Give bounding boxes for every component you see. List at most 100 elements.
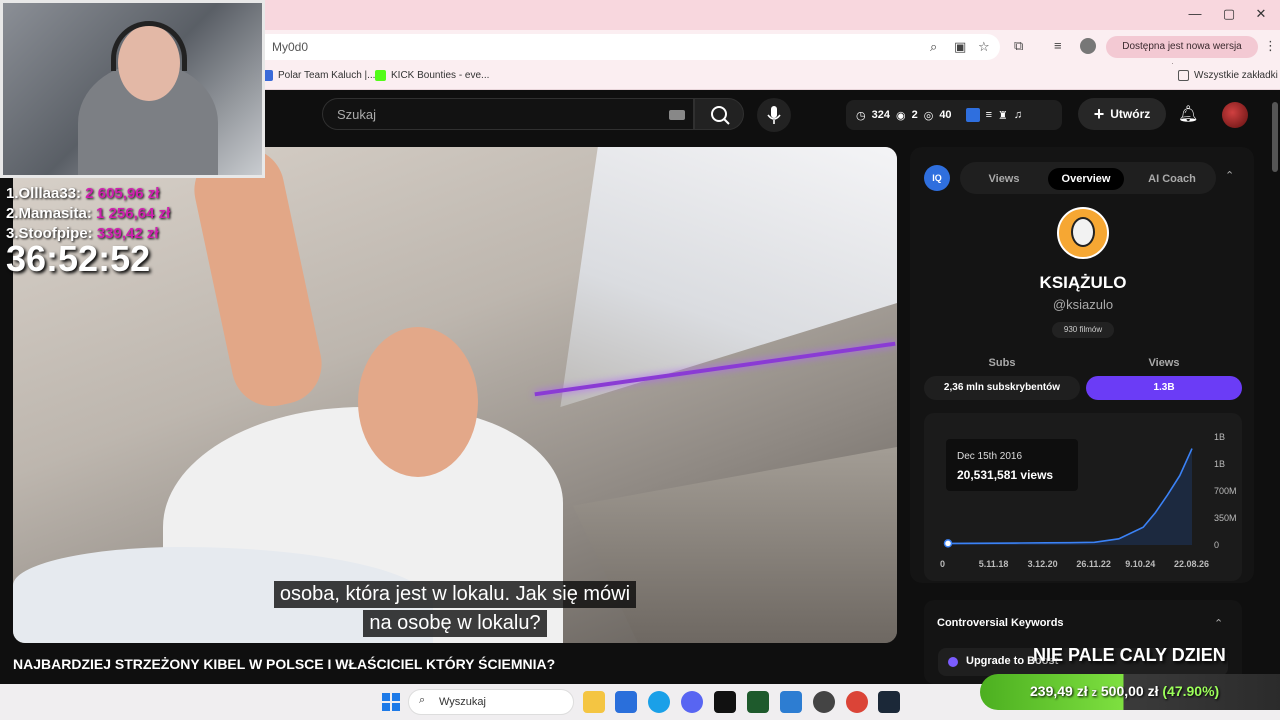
channel-avatar xyxy=(1057,207,1109,259)
search-input[interactable]: Szukaj xyxy=(322,98,694,130)
bookmark-kick-bounties[interactable]: KICK Bounties - eve... xyxy=(375,70,489,81)
bell-small-icon[interactable]: ♫ xyxy=(1014,109,1022,121)
chrome-icon[interactable] xyxy=(846,691,868,713)
cast-icon[interactable]: ▣ xyxy=(954,39,966,55)
file-explorer-icon[interactable] xyxy=(583,691,605,713)
video-title: NAJBARDZIEJ STRZEŻONY KIBEL W POLSCE I W… xyxy=(13,656,556,672)
channel-handle: @ksiazulo xyxy=(1052,297,1114,312)
kebab-menu-icon[interactable]: ⋮ xyxy=(1264,38,1277,54)
tab-ai-coach[interactable]: AI Coach xyxy=(1134,168,1210,190)
extensions-icon[interactable]: ⧉ xyxy=(1014,38,1023,54)
subs-label: Subs xyxy=(988,357,1016,369)
iq-extension-icon[interactable] xyxy=(965,108,980,122)
chart-point-start xyxy=(943,539,953,548)
stat-count: 324 xyxy=(871,109,890,121)
url-text: My0d0 xyxy=(272,40,309,54)
videos-count-badge: 930 filmów xyxy=(1052,322,1114,338)
plus-icon: + xyxy=(1093,103,1105,124)
subtitles: osoba, która jest w lokalu. Jak się mówi… xyxy=(13,579,897,637)
tab-overview[interactable]: Overview xyxy=(1048,168,1124,190)
reading-list-icon[interactable]: ≡ xyxy=(1054,38,1062,53)
x-tick-label: 26.11.22 xyxy=(1076,559,1111,569)
notifications-icon[interactable]: 🔔︎ xyxy=(1178,104,1198,124)
search-icon: ⌕ xyxy=(419,694,426,706)
stat-eye: 40 xyxy=(939,109,952,121)
microphone-icon xyxy=(767,106,781,124)
donation-goal-bar: 239,49 zł z 500,00 zł (47.90%) xyxy=(980,674,1280,710)
bookmark-star-icon[interactable]: ☆ xyxy=(978,39,990,55)
y-tick-label: 1B xyxy=(1214,432,1225,442)
keywords-panel: Controversial Keywords ⌃ Upgrade to Boos… xyxy=(924,600,1242,684)
cartoon-face-icon xyxy=(1071,217,1095,247)
chart-tooltip xyxy=(946,439,1078,491)
x-tick-label: 9.10.24 xyxy=(1125,559,1155,569)
extension-stats-bar[interactable]: ◷ 324 ◉ 2 ◎ 40 ≡ ♜ ♫ xyxy=(846,100,1062,130)
subtitle-line-2: na osobę w lokalu? xyxy=(363,610,547,637)
top-donors: 1.Olllaa33: 2 605,96 zł 2.Mamasita: 1 25… xyxy=(6,184,170,244)
upgrade-dot-icon xyxy=(948,657,958,667)
app2-icon[interactable] xyxy=(813,691,835,713)
panel-tabs: Views Overview AI Coach xyxy=(960,162,1216,194)
tab-views[interactable]: Views xyxy=(970,168,1038,190)
channel-name: KSIĄŻULO xyxy=(1039,273,1127,292)
minimize-icon[interactable]: — xyxy=(1180,6,1210,24)
views-chart: 1B 1B 700M 350M 0 0 5.11.18 3.12.20 26.11.22 9.10… xyxy=(924,413,1242,581)
donor-row: 2.Mamasita: 1 256,64 zł xyxy=(6,205,171,222)
y-tick-label: 1B xyxy=(1214,459,1225,469)
voice-search-button[interactable] xyxy=(757,98,791,132)
photos-icon[interactable] xyxy=(780,691,802,713)
search-icon xyxy=(711,106,730,125)
close-icon[interactable]: ✕ xyxy=(1246,6,1276,24)
keyboard-icon[interactable] xyxy=(669,110,685,120)
chrome-update-button[interactable]: Dostępna jest nowa wersja Chrome xyxy=(1106,36,1258,74)
bookmark-all[interactable]: Wszystkie zakładki xyxy=(1178,70,1278,81)
stat-watching: 2 xyxy=(911,109,918,121)
scroll-thumb[interactable] xyxy=(1272,102,1278,172)
eye-outline-icon: ◎ xyxy=(923,109,934,122)
collapse-chevron-icon[interactable]: ⌃ xyxy=(1225,169,1234,182)
subs-button[interactable]: 2,36 mln subskrybentów xyxy=(924,376,1080,400)
account-avatar[interactable] xyxy=(1222,102,1248,128)
webcam-feed xyxy=(0,0,265,178)
search-placeholder: Szukaj xyxy=(337,107,377,122)
windows-start-icon[interactable] xyxy=(382,693,400,711)
steam-icon[interactable] xyxy=(878,691,900,713)
tiktok-icon[interactable] xyxy=(714,691,736,713)
trophy-icon[interactable]: ♜ xyxy=(998,109,1008,122)
maximize-icon[interactable]: ▢ xyxy=(1214,6,1244,24)
keywords-chevron-icon[interactable]: ⌃ xyxy=(1214,617,1223,630)
y-tick-label: 0 xyxy=(1214,540,1219,550)
analytics-panel: IQ Views Overview AI Coach ⌃ KSIĄŻULO @k… xyxy=(910,147,1254,583)
goal-text: 239,49 zł z 500,00 zł (47.90%) xyxy=(1030,683,1220,699)
iq-logo-icon: IQ xyxy=(924,165,950,191)
stream-timer: 36:52:52 xyxy=(6,238,151,279)
x-tick-label: 22.08.26 xyxy=(1174,559,1209,569)
zoom-icon[interactable]: ⌕ xyxy=(930,39,937,55)
list-icon[interactable]: ≡ xyxy=(986,109,992,121)
discord-icon[interactable] xyxy=(681,691,703,713)
headset-icon xyxy=(111,21,187,71)
views-button[interactable]: 1.3B xyxy=(1086,376,1242,400)
taskbar-search-input[interactable]: ⌕ Wyszukaj xyxy=(408,689,574,715)
page-scrollbar[interactable] xyxy=(1270,90,1280,684)
store-icon[interactable] xyxy=(615,691,637,713)
create-button[interactable]: + Utwórz xyxy=(1078,98,1166,130)
x-tick-label: 5.11.18 xyxy=(979,559,1009,569)
person-arm xyxy=(186,147,330,414)
app-icon[interactable] xyxy=(747,691,769,713)
screen: — ▢ ✕ My0d0 ⌕ ▣ ☆ ⧉ ≡ Dostępna jest nowa… xyxy=(0,0,1280,720)
search-button[interactable] xyxy=(694,98,744,130)
folder-icon xyxy=(1178,70,1189,81)
eye-icon: ◉ xyxy=(895,109,906,122)
views-chart-svg: 1B 1B 700M 350M 0 0 5.11.18 3.12.20 26.11.22 9.10… xyxy=(940,432,1237,569)
bookmark-polar-team[interactable]: Polar Team Kaluch |... xyxy=(262,70,375,81)
donor-row: 1.Olllaa33: 2 605,96 zł xyxy=(6,185,160,202)
keywords-title: Controversial Keywords xyxy=(937,617,1064,629)
profile-avatar[interactable] xyxy=(1080,38,1096,54)
tooltip-value: 20,531,581 views xyxy=(957,468,1053,482)
edge-icon[interactable] xyxy=(648,691,670,713)
tooltip-date: Dec 15th 2016 xyxy=(957,451,1022,462)
x-tick-label: 0 xyxy=(940,559,945,569)
kick-favicon-icon xyxy=(375,70,386,81)
y-tick-label: 350M xyxy=(1214,513,1237,523)
